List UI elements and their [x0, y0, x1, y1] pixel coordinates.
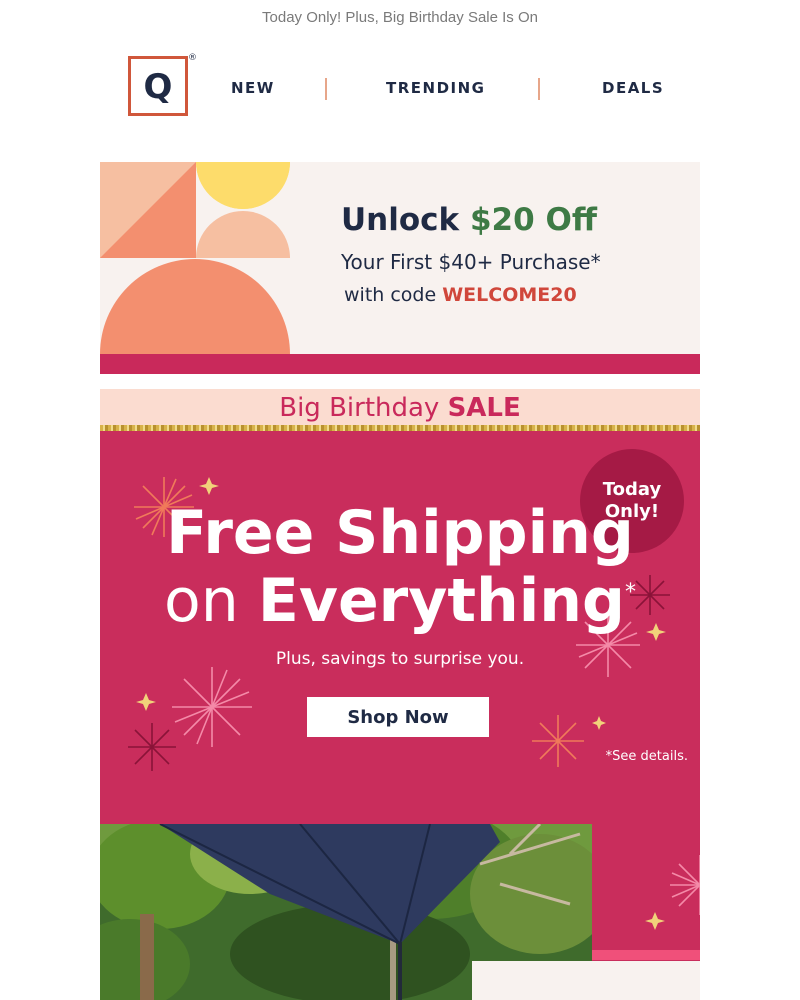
birthday-sale-text: Big Birthday	[279, 393, 440, 423]
see-details-link[interactable]: *See details.	[606, 749, 688, 764]
geometric-shapes-graphic	[100, 162, 290, 354]
hero-headline-emphasis: Everything	[257, 566, 625, 636]
firework-burst	[532, 715, 584, 767]
free-shipping-hero[interactable]: Today Only! Free Shipping on Everything*…	[100, 431, 700, 1000]
welcome-offer-banner[interactable]: Unlock $20 Off Your First $40+ Purchase*…	[100, 162, 700, 374]
hero-headline-line2: on Everything*	[100, 567, 700, 635]
sparkle-star-icon	[645, 912, 665, 930]
offer-amount: $20 Off	[469, 202, 597, 238]
hero-subtext: Plus, savings to surprise you.	[275, 649, 525, 669]
banner-bottom-band	[100, 354, 700, 374]
nav-new-link[interactable]: NEW	[231, 79, 275, 97]
promo-code: WELCOME20	[442, 284, 577, 306]
offer-code-line: with code WELCOME20	[344, 284, 577, 306]
firework-burst	[670, 855, 700, 915]
next-section-panel	[472, 961, 700, 1000]
registered-mark: ®	[188, 53, 197, 63]
birthday-sale-emphasis: SALE	[447, 393, 521, 423]
shop-now-button[interactable]: Shop Now	[307, 697, 489, 737]
offer-code-prefix: with code	[344, 284, 437, 306]
offer-headline-prefix: Unlock	[341, 202, 460, 238]
firework-burst	[128, 723, 176, 771]
offer-headline: Unlock $20 Off	[341, 202, 597, 238]
offer-condition: Your First $40+ Purchase*	[341, 250, 601, 274]
hero-headline-prefix: on	[164, 566, 239, 636]
logo-letter: Q	[143, 67, 173, 107]
nav-trending-link[interactable]: TRENDING	[386, 79, 485, 97]
hero-asterisk: *	[624, 580, 636, 605]
hero-headline-line1: Free Shipping	[166, 498, 634, 568]
nav-divider	[325, 78, 327, 100]
firework-burst	[172, 667, 252, 747]
nav-deals-link[interactable]: DEALS	[602, 79, 664, 97]
email-header: Q ® NEW TRENDING DEALS	[0, 52, 800, 124]
pink-accent-strip	[592, 950, 700, 960]
qvc-logo[interactable]: Q ®	[128, 53, 197, 116]
nav-divider	[538, 78, 540, 100]
birthday-sale-bar: Big Birthday SALE	[100, 389, 700, 427]
preheader-text: Today Only! Plus, Big Birthday Sale Is O…	[262, 9, 538, 26]
badge-line1: Today	[602, 479, 662, 500]
